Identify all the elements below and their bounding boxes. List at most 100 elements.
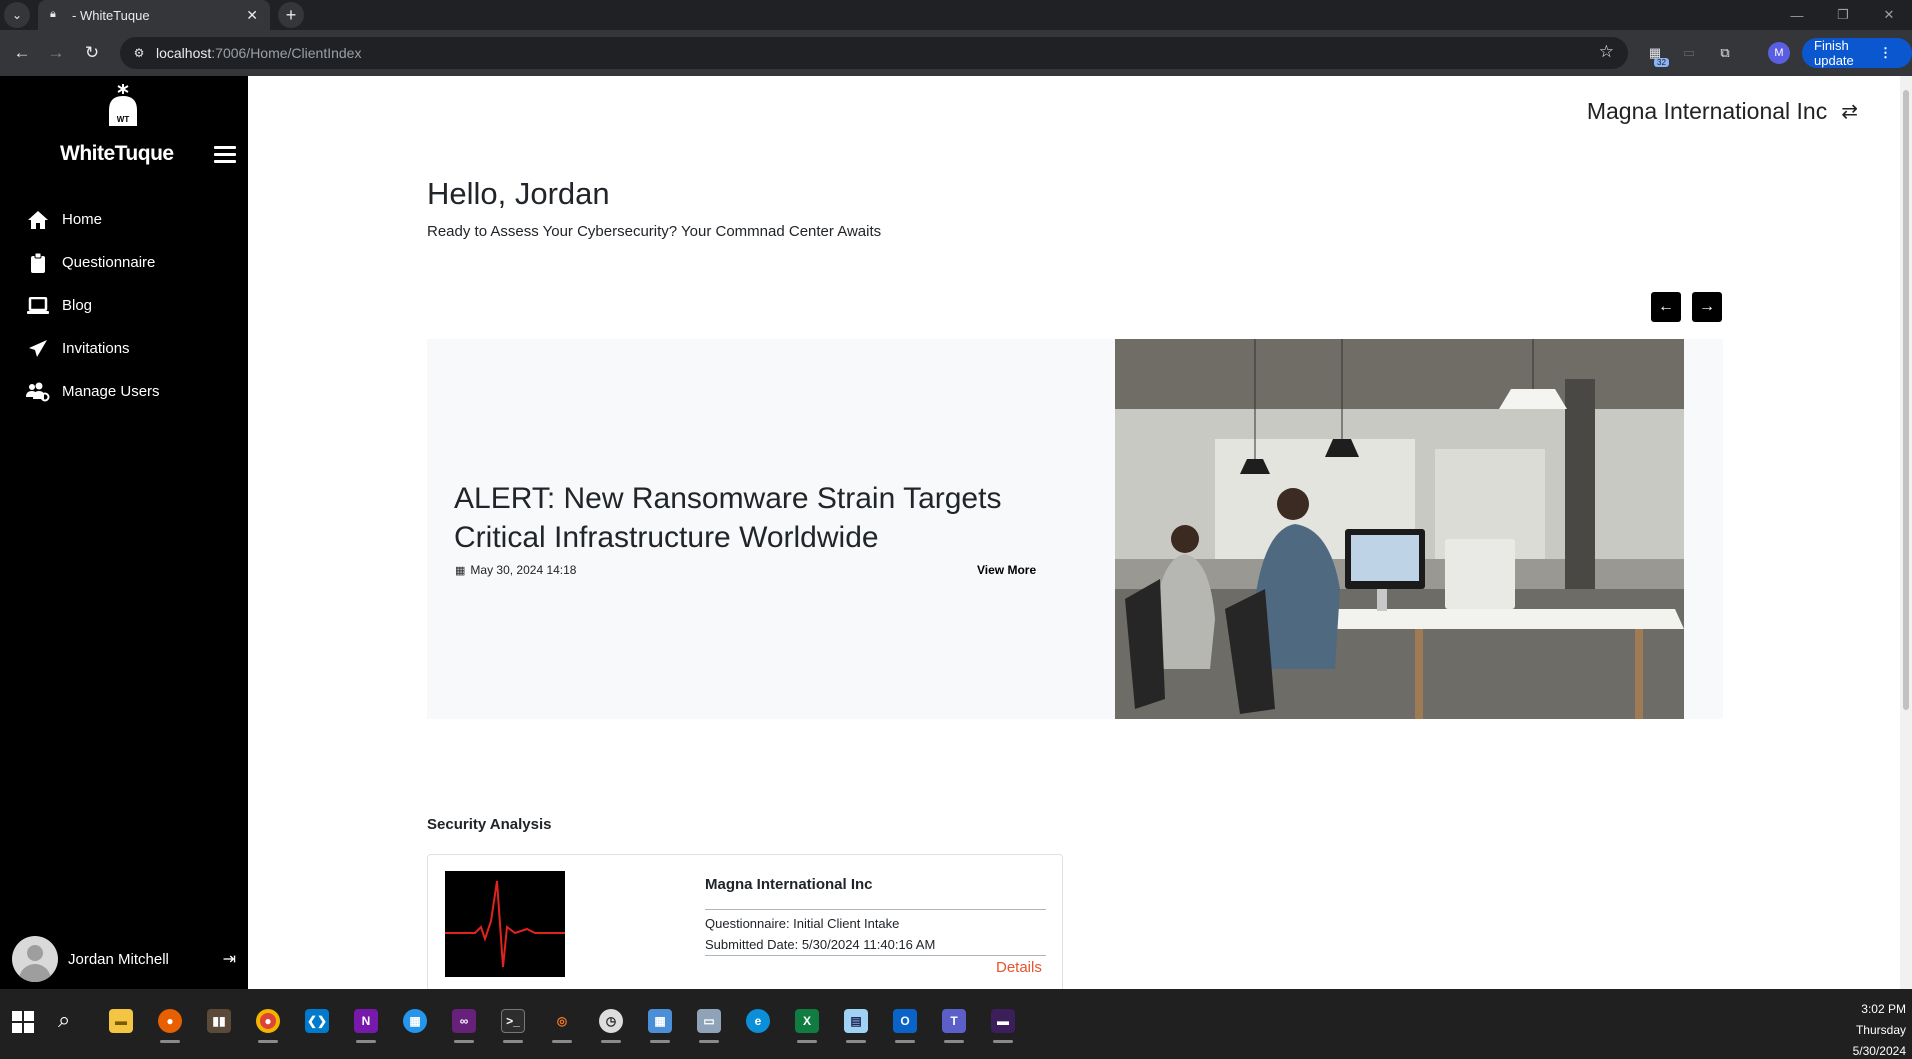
clock-icon[interactable]: ◷ — [593, 1003, 629, 1043]
clock-time: 3:02 PM — [1861, 1002, 1906, 1016]
reload-icon[interactable]: ↻ — [78, 39, 106, 67]
sidebar-item-invitations[interactable]: Invitations — [0, 327, 248, 370]
sidebar-item-label: Questionnaire — [62, 254, 156, 271]
site-info-icon[interactable]: ⚙ — [128, 42, 150, 64]
security-analysis-card: Magna International Inc Questionnaire: I… — [427, 854, 1063, 989]
back-icon[interactable]: ← — [8, 39, 36, 67]
sidebar-nav: Home Questionnaire Blog Invitations Mana… — [0, 198, 248, 413]
news-meta: ▦ May 30, 2024 14:18 — [455, 563, 576, 577]
forward-icon[interactable]: → — [42, 39, 70, 67]
extensions-puzzle-icon[interactable]: ⧉ — [1714, 42, 1736, 64]
sidebar: WT WhiteTuque Home Questionnaire Blog In… — [0, 76, 248, 989]
sidebar-item-label: Manage Users — [62, 383, 160, 400]
page-scrollbar[interactable] — [1900, 76, 1912, 989]
analysis-submitted-date: Submitted Date: 5/30/2024 11:40:16 AM — [705, 937, 936, 952]
firefox-icon[interactable]: ● — [152, 1003, 188, 1043]
outlook-icon[interactable]: O — [887, 1003, 923, 1043]
news-date: May 30, 2024 14:18 — [470, 563, 577, 577]
notepad-icon[interactable]: ▤ — [838, 1003, 874, 1043]
remote-desktop-icon[interactable]: ▭ — [691, 1003, 727, 1043]
close-tab-icon[interactable]: ✕ — [246, 7, 258, 24]
user-name: Jordan Mitchell — [68, 950, 169, 968]
finish-update-button[interactable]: Finish update ⋮ — [1802, 38, 1912, 68]
organization-name: Magna International Inc — [1586, 98, 1828, 124]
carousel-prev-button[interactable]: ← — [1651, 292, 1681, 322]
user-profile-row: Jordan Mitchell ⇥ — [12, 929, 236, 989]
terminal-preview-icon[interactable]: ▬ — [985, 1003, 1021, 1043]
window-controls: — ❐ ✕ — [1774, 0, 1912, 30]
jupyter-icon[interactable]: ◎ — [544, 1003, 580, 1043]
system-clock[interactable]: 3:02 PM Thursday 5/30/2024 — [1853, 999, 1906, 1059]
home-icon — [26, 209, 50, 231]
edge-icon[interactable]: e — [740, 1003, 776, 1039]
paper-plane-icon — [26, 338, 50, 360]
extension-2-icon[interactable]: ▭ — [1678, 42, 1700, 64]
teams-icon[interactable]: T — [936, 1003, 972, 1043]
tab-search-icon[interactable]: ⌄ — [4, 2, 30, 28]
analysis-company-name: Magna International Inc — [705, 876, 873, 893]
news-headline: ALERT: New Ransomware Strain Targets Cri… — [454, 482, 1002, 554]
logo-text: WT — [117, 115, 130, 124]
scrollbar-thumb[interactable] — [1903, 90, 1909, 710]
excel-icon[interactable]: X — [789, 1003, 825, 1043]
carousel-next-button[interactable]: → — [1692, 292, 1722, 322]
sidebar-item-blog[interactable]: Blog — [0, 284, 248, 327]
view-more-link[interactable]: View More — [977, 563, 1036, 577]
avatar[interactable] — [12, 936, 58, 982]
sidebar-item-label: Home — [62, 211, 103, 228]
terminal-icon[interactable]: >_ — [495, 1003, 531, 1043]
browser-tab[interactable]: 🔒︎ - WhiteTuque ✕ — [38, 0, 270, 30]
more-vert-icon: ⋮ — [1879, 45, 1892, 60]
bookmark-star-icon[interactable]: ☆ — [1599, 42, 1614, 62]
divider — [705, 909, 1046, 910]
users-gear-icon — [26, 381, 50, 403]
windows-start-icon[interactable] — [12, 1011, 34, 1033]
hamburger-menu-icon[interactable] — [214, 146, 236, 164]
browser-toolbar: ← → ↻ ⚙ localhost:7006/Home/ClientIndex … — [0, 30, 1912, 76]
whitetuque-logo[interactable]: WT — [106, 84, 140, 126]
page-subtitle: Ready to Assess Your Cybersecurity? Your… — [427, 223, 882, 240]
vscode-icon[interactable]: ❮❯ — [299, 1003, 335, 1039]
visual-studio-icon[interactable]: ∞ — [446, 1003, 482, 1043]
close-window-icon[interactable]: ✕ — [1866, 0, 1912, 30]
restore-icon[interactable]: ❐ — [1820, 0, 1866, 30]
heartbeat-thumbnail — [445, 871, 565, 977]
clock-day: Thursday — [1855, 1023, 1906, 1037]
search-icon[interactable]: ⌕ — [58, 1007, 86, 1035]
arrow-left-icon: ← — [1658, 298, 1674, 315]
address-bar[interactable]: ⚙ localhost:7006/Home/ClientIndex ☆ — [120, 37, 1628, 69]
profile-avatar[interactable]: M — [1768, 42, 1790, 64]
extension-badge: 32 — [1654, 58, 1669, 67]
calculator-icon[interactable]: ▦ — [642, 1003, 678, 1043]
details-link[interactable]: Details — [996, 959, 1042, 976]
new-tab-button[interactable]: + — [278, 2, 304, 28]
swap-arrows-icon[interactable]: ⇄ — [1841, 99, 1858, 124]
library-icon[interactable]: ▮▮ — [201, 1003, 237, 1039]
sidebar-item-manage-users[interactable]: Manage Users — [0, 370, 248, 413]
brand-name[interactable]: WhiteTuque — [60, 142, 174, 166]
calendar-icon: ▦ — [455, 564, 466, 577]
office-photo — [1115, 339, 1684, 719]
organization-switcher[interactable]: Magna International Inc ⇄ — [1587, 98, 1858, 125]
docker-icon[interactable]: ▦ — [397, 1003, 433, 1039]
sidebar-item-label: Blog — [62, 297, 93, 314]
logout-icon[interactable]: ⇥ — [223, 949, 236, 969]
browser-tab-strip: ⌄ 🔒︎ - WhiteTuque ✕ + — ❐ ✕ — [0, 0, 1912, 30]
page-greeting: Hello, Jordan — [427, 176, 610, 211]
arrow-right-icon: → — [1699, 298, 1715, 315]
divider — [705, 955, 1046, 956]
clock-date: 5/30/2024 — [1852, 1044, 1906, 1058]
url-text[interactable]: localhost:7006/Home/ClientIndex — [156, 45, 361, 61]
lock-favicon-icon: 🔒︎ — [50, 8, 56, 20]
security-analysis-title: Security Analysis — [427, 816, 552, 833]
laptop-icon — [26, 295, 50, 317]
onenote-icon[interactable]: N — [348, 1003, 384, 1043]
sidebar-item-label: Invitations — [62, 340, 130, 357]
finish-update-label: Finish update — [1814, 38, 1854, 68]
chrome-icon[interactable]: ● — [250, 1003, 286, 1043]
file-explorer-icon[interactable]: ▬ — [103, 1003, 139, 1039]
minimize-icon[interactable]: — — [1774, 0, 1820, 30]
sidebar-item-home[interactable]: Home — [0, 198, 248, 241]
url-host: localhost — [156, 45, 212, 61]
sidebar-item-questionnaire[interactable]: Questionnaire — [0, 241, 248, 284]
